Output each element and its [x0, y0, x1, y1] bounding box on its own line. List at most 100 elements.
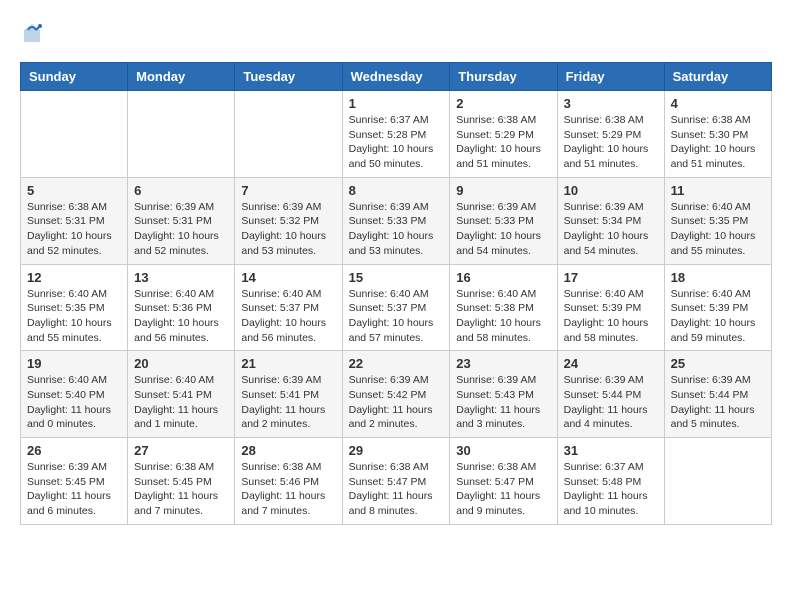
- calendar-cell: 18 Sunrise: 6:40 AM Sunset: 5:39 PM Dayli…: [664, 264, 771, 351]
- weekday-header-sunday: Sunday: [21, 63, 128, 91]
- calendar-cell: [664, 438, 771, 525]
- day-info: Sunrise: 6:38 AM Sunset: 5:47 PM Dayligh…: [456, 460, 550, 519]
- day-info: Sunrise: 6:39 AM Sunset: 5:34 PM Dayligh…: [564, 200, 658, 259]
- calendar-cell: 9Sunrise: 6:39 AM Sunset: 5:33 PM Daylig…: [450, 177, 557, 264]
- page-header: [20, 20, 772, 46]
- week-row-1: 1 Sunrise: 6:37 AM Sunset: 5:28 PM Daylig…: [21, 91, 772, 178]
- day-info: Sunrise: 6:40 AM Sunset: 5:35 PM Dayligh…: [27, 287, 121, 346]
- week-row-4: 19 Sunrise: 6:40 AM Sunset: 5:40 PM Dayli…: [21, 351, 772, 438]
- day-number: 23: [456, 356, 550, 371]
- day-info: Sunrise: 6:38 AM Sunset: 5:29 PM Dayligh…: [456, 113, 550, 172]
- day-number: 21: [241, 356, 335, 371]
- day-number: 12: [27, 270, 121, 285]
- weekday-header-thursday: Thursday: [450, 63, 557, 91]
- calendar-cell: 30 Sunrise: 6:38 AM Sunset: 5:47 PM Dayli…: [450, 438, 557, 525]
- day-number: 26: [27, 443, 121, 458]
- calendar-cell: [21, 91, 128, 178]
- day-info: Sunrise: 6:40 AM Sunset: 5:39 PM Dayligh…: [564, 287, 658, 346]
- day-number: 15: [349, 270, 444, 285]
- calendar-cell: 27Sunrise: 6:38 AM Sunset: 5:45 PM Dayli…: [128, 438, 235, 525]
- calendar-cell: 8Sunrise: 6:39 AM Sunset: 5:33 PM Daylig…: [342, 177, 450, 264]
- weekday-header-monday: Monday: [128, 63, 235, 91]
- day-number: 25: [671, 356, 765, 371]
- day-number: 1: [349, 96, 444, 111]
- day-number: 10: [564, 183, 658, 198]
- day-number: 24: [564, 356, 658, 371]
- weekday-header-saturday: Saturday: [664, 63, 771, 91]
- day-number: 4: [671, 96, 765, 111]
- calendar-cell: 21 Sunrise: 6:39 AM Sunset: 5:41 PM Dayli…: [235, 351, 342, 438]
- day-number: 16: [456, 270, 550, 285]
- day-info: Sunrise: 6:38 AM Sunset: 5:45 PM Dayligh…: [134, 460, 228, 519]
- weekday-header-tuesday: Tuesday: [235, 63, 342, 91]
- calendar-table: SundayMondayTuesdayWednesdayThursdayFrid…: [20, 62, 772, 525]
- day-info: Sunrise: 6:39 AM Sunset: 5:44 PM Dayligh…: [564, 373, 658, 432]
- calendar-cell: 5Sunrise: 6:38 AM Sunset: 5:31 PM Daylig…: [21, 177, 128, 264]
- day-number: 11: [671, 183, 765, 198]
- calendar-cell: 10 Sunrise: 6:39 AM Sunset: 5:34 PM Dayli…: [557, 177, 664, 264]
- calendar-cell: 2 Sunrise: 6:38 AM Sunset: 5:29 PM Daylig…: [450, 91, 557, 178]
- day-info: Sunrise: 6:40 AM Sunset: 5:40 PM Dayligh…: [27, 373, 121, 432]
- calendar-cell: 12 Sunrise: 6:40 AM Sunset: 5:35 PM Dayli…: [21, 264, 128, 351]
- calendar-cell: 16 Sunrise: 6:40 AM Sunset: 5:38 PM Dayli…: [450, 264, 557, 351]
- day-info: Sunrise: 6:37 AM Sunset: 5:28 PM Dayligh…: [349, 113, 444, 172]
- day-number: 22: [349, 356, 444, 371]
- day-info: Sunrise: 6:40 AM Sunset: 5:37 PM Dayligh…: [241, 287, 335, 346]
- logo-icon: [20, 22, 44, 46]
- calendar-cell: 15 Sunrise: 6:40 AM Sunset: 5:37 PM Dayli…: [342, 264, 450, 351]
- day-number: 9: [456, 183, 550, 198]
- day-info: Sunrise: 6:40 AM Sunset: 5:39 PM Dayligh…: [671, 287, 765, 346]
- calendar-cell: 11 Sunrise: 6:40 AM Sunset: 5:35 PM Dayli…: [664, 177, 771, 264]
- day-number: 18: [671, 270, 765, 285]
- calendar-cell: 4 Sunrise: 6:38 AM Sunset: 5:30 PM Daylig…: [664, 91, 771, 178]
- calendar-cell: 29 Sunrise: 6:38 AM Sunset: 5:47 PM Dayli…: [342, 438, 450, 525]
- day-info: Sunrise: 6:39 AM Sunset: 5:31 PM Dayligh…: [134, 200, 228, 259]
- day-info: Sunrise: 6:39 AM Sunset: 5:43 PM Dayligh…: [456, 373, 550, 432]
- calendar-cell: 28 Sunrise: 6:38 AM Sunset: 5:46 PM Dayli…: [235, 438, 342, 525]
- calendar-cell: 7Sunrise: 6:39 AM Sunset: 5:32 PM Daylig…: [235, 177, 342, 264]
- week-row-3: 12 Sunrise: 6:40 AM Sunset: 5:35 PM Dayli…: [21, 264, 772, 351]
- day-info: Sunrise: 6:38 AM Sunset: 5:30 PM Dayligh…: [671, 113, 765, 172]
- calendar-cell: 13Sunrise: 6:40 AM Sunset: 5:36 PM Dayli…: [128, 264, 235, 351]
- day-number: 28: [241, 443, 335, 458]
- day-info: Sunrise: 6:40 AM Sunset: 5:37 PM Dayligh…: [349, 287, 444, 346]
- day-info: Sunrise: 6:39 AM Sunset: 5:41 PM Dayligh…: [241, 373, 335, 432]
- day-info: Sunrise: 6:37 AM Sunset: 5:48 PM Dayligh…: [564, 460, 658, 519]
- day-number: 17: [564, 270, 658, 285]
- day-info: Sunrise: 6:38 AM Sunset: 5:29 PM Dayligh…: [564, 113, 658, 172]
- day-number: 2: [456, 96, 550, 111]
- calendar-cell: 14 Sunrise: 6:40 AM Sunset: 5:37 PM Dayli…: [235, 264, 342, 351]
- calendar-cell: 23 Sunrise: 6:39 AM Sunset: 5:43 PM Dayli…: [450, 351, 557, 438]
- calendar-cell: 17 Sunrise: 6:40 AM Sunset: 5:39 PM Dayli…: [557, 264, 664, 351]
- day-info: Sunrise: 6:40 AM Sunset: 5:35 PM Dayligh…: [671, 200, 765, 259]
- day-info: Sunrise: 6:40 AM Sunset: 5:38 PM Dayligh…: [456, 287, 550, 346]
- day-number: 13: [134, 270, 228, 285]
- day-info: Sunrise: 6:39 AM Sunset: 5:45 PM Dayligh…: [27, 460, 121, 519]
- day-number: 6: [134, 183, 228, 198]
- day-number: 31: [564, 443, 658, 458]
- day-info: Sunrise: 6:39 AM Sunset: 5:32 PM Dayligh…: [241, 200, 335, 259]
- week-row-5: 26 Sunrise: 6:39 AM Sunset: 5:45 PM Dayli…: [21, 438, 772, 525]
- calendar-cell: 6 Sunrise: 6:39 AM Sunset: 5:31 PM Daylig…: [128, 177, 235, 264]
- day-number: 3: [564, 96, 658, 111]
- calendar-cell: 20Sunrise: 6:40 AM Sunset: 5:41 PM Dayli…: [128, 351, 235, 438]
- calendar-cell: 31 Sunrise: 6:37 AM Sunset: 5:48 PM Dayli…: [557, 438, 664, 525]
- day-info: Sunrise: 6:39 AM Sunset: 5:44 PM Dayligh…: [671, 373, 765, 432]
- calendar-cell: 24 Sunrise: 6:39 AM Sunset: 5:44 PM Dayli…: [557, 351, 664, 438]
- day-info: Sunrise: 6:38 AM Sunset: 5:47 PM Dayligh…: [349, 460, 444, 519]
- calendar-cell: 25 Sunrise: 6:39 AM Sunset: 5:44 PM Dayli…: [664, 351, 771, 438]
- calendar-cell: 3 Sunrise: 6:38 AM Sunset: 5:29 PM Daylig…: [557, 91, 664, 178]
- calendar-cell: 19 Sunrise: 6:40 AM Sunset: 5:40 PM Dayli…: [21, 351, 128, 438]
- day-info: Sunrise: 6:38 AM Sunset: 5:46 PM Dayligh…: [241, 460, 335, 519]
- day-info: Sunrise: 6:38 AM Sunset: 5:31 PM Dayligh…: [27, 200, 121, 259]
- day-number: 19: [27, 356, 121, 371]
- calendar-cell: 22Sunrise: 6:39 AM Sunset: 5:42 PM Dayli…: [342, 351, 450, 438]
- day-number: 14: [241, 270, 335, 285]
- weekday-header-friday: Friday: [557, 63, 664, 91]
- weekday-header-wednesday: Wednesday: [342, 63, 450, 91]
- day-number: 29: [349, 443, 444, 458]
- logo: [20, 20, 50, 46]
- calendar-cell: [128, 91, 235, 178]
- week-row-2: 5Sunrise: 6:38 AM Sunset: 5:31 PM Daylig…: [21, 177, 772, 264]
- day-number: 30: [456, 443, 550, 458]
